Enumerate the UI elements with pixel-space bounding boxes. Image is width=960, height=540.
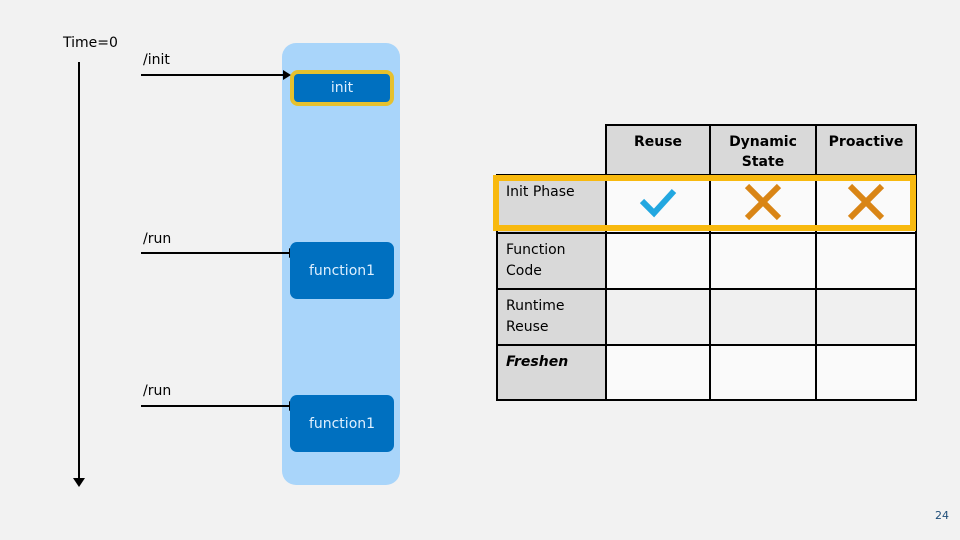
table-cell	[709, 232, 817, 290]
run-request-arrow	[141, 252, 291, 254]
init-request-label: /init	[143, 52, 170, 68]
table-cell	[709, 288, 817, 346]
timeline-axis	[78, 62, 80, 482]
row-header-freshen: Freshen	[496, 344, 607, 401]
timeline-arrowhead-icon	[73, 478, 85, 487]
table-cell	[709, 344, 817, 401]
table-cell	[605, 344, 711, 401]
run-request-label: /run	[143, 231, 172, 247]
timeline-label: Time=0	[63, 35, 118, 51]
function1-box[interactable]: function1	[290, 395, 394, 452]
table-cell	[815, 344, 917, 401]
page-number: 24	[935, 509, 949, 522]
row-header-function-code: Function Code	[496, 232, 607, 290]
table-cell	[605, 232, 711, 290]
table-row: Runtime Reuse	[496, 288, 917, 346]
comparison-table: Reuse Dynamic State Proactive Init Phase…	[496, 124, 917, 401]
run-request-label: /run	[143, 383, 172, 399]
init-box[interactable]: init	[290, 70, 394, 106]
table-row: Function Code	[496, 232, 917, 290]
row-header-runtime-reuse: Runtime Reuse	[496, 288, 607, 346]
table-cell	[815, 232, 917, 290]
function1-box[interactable]: function1	[290, 242, 394, 299]
init-phase-highlight	[493, 175, 916, 231]
column-header-proactive: Proactive	[815, 124, 917, 176]
run-request-arrow	[141, 405, 291, 407]
table-cell	[605, 288, 711, 346]
table-cell	[815, 288, 917, 346]
init-request-arrow	[141, 74, 284, 76]
column-header-dynamic-state: Dynamic State	[709, 124, 817, 176]
table-corner	[497, 125, 606, 175]
table-header-row: Reuse Dynamic State Proactive	[497, 124, 917, 176]
table-row: Freshen	[496, 344, 917, 401]
column-header-reuse: Reuse	[605, 124, 711, 176]
